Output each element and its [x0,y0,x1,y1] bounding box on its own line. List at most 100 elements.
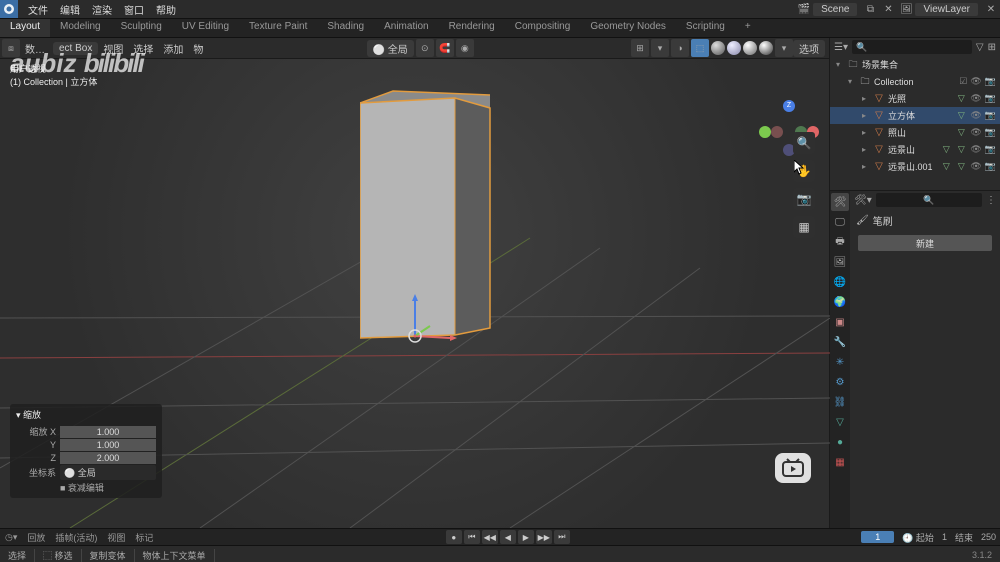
vtab-active-tool[interactable]: 🛠 [831,193,849,211]
gizmo-z-icon[interactable]: Z [783,100,795,112]
eye-icon[interactable]: 👁 [970,76,981,87]
eye-icon[interactable]: 👁 [970,161,981,172]
tab-texpaint[interactable]: Texture Paint [239,19,317,37]
shading-solid-icon[interactable] [727,41,741,55]
camera-small-icon[interactable]: 📷 [985,93,996,104]
start-field[interactable]: 1 [938,532,951,542]
pivot-icon[interactable]: ⊙ [416,39,434,57]
tab-uv[interactable]: UV Editing [172,19,239,37]
vtab-material[interactable]: ● [831,433,849,451]
shading-dd-icon[interactable]: ▾ [775,39,793,57]
node-scene-collection[interactable]: ▾🗀场景集合 [830,56,1000,73]
menu-help[interactable]: 帮助 [150,2,182,17]
vtab-particles[interactable]: ✳ [831,353,849,371]
camera-small-icon[interactable]: 📷 [985,144,996,155]
node-light[interactable]: ▸▽光照▽👁📷 [830,90,1000,107]
tab-shading[interactable]: Shading [317,19,374,37]
options-dd[interactable]: 选项 [793,40,825,57]
prev-key-icon[interactable]: ◀◀ [482,530,498,544]
node-cube[interactable]: ▸▽立方体▽👁📷 [830,107,1000,124]
operator-panel[interactable]: ▾ 缩放 缩放 X1.000 Y1.000 Z2.000 坐标系⚪ 全局 ■ 衰… [10,404,162,498]
autokey-icon[interactable]: ● [446,530,462,544]
viewport-3d[interactable]: ⧈ 数… ect Box 视图 选择 添加 物 ⚪ 全局 ⊙ 🧲 ◉ ⊞ ▾ ◑… [0,38,829,528]
zoom-icon[interactable]: 🔍 [793,132,815,154]
vtab-scene[interactable]: 🌐 [831,273,849,291]
end-field[interactable]: 250 [977,532,1000,542]
proportional-check[interactable]: ■ 衰减编辑 [60,481,156,494]
next-key-icon[interactable]: ▶▶ [536,530,552,544]
menu-render[interactable]: 渲染 [86,2,118,17]
filter-icon[interactable]: ▽ [976,42,984,53]
tab-scripting[interactable]: Scripting [676,19,735,37]
shading-wire-icon[interactable] [711,41,725,55]
proportional-icon[interactable]: ◉ [456,39,474,57]
header-object[interactable]: 物 [188,41,208,56]
eye-icon[interactable]: 👁 [970,127,981,138]
node-collection[interactable]: ▾🗀Collection☑👁📷 [830,73,1000,90]
timeline-editor-icon[interactable]: ◷▾ [0,532,22,543]
header-select[interactable]: 选择 [128,41,158,56]
scale-x-field[interactable]: 1.000 [60,426,156,438]
new-button[interactable]: 新建 [858,235,992,251]
header-view[interactable]: 视图 [98,41,128,56]
vtab-viewlayer[interactable]: 🖼 [831,253,849,271]
overlay-toggle-icon[interactable]: ⊞ [631,39,649,57]
vtab-constraint[interactable]: ⛓ [831,393,849,411]
header-add[interactable]: 添加 [158,41,188,56]
vtab-object[interactable]: ▣ [831,313,849,331]
current-frame-field[interactable]: 1 [861,531,894,543]
delete-viewlayer-icon[interactable]: ✕ [982,0,1000,18]
orientation-dd[interactable]: ⚪ 全局 [367,40,414,57]
camera-small-icon[interactable]: 📷 [985,110,996,121]
outliner-search[interactable]: 🔍 [852,40,972,54]
tab-geonodes[interactable]: Geometry Nodes [580,19,676,37]
eye-icon[interactable]: 👁 [970,144,981,155]
camera-icon[interactable]: 📷 [793,188,815,210]
blender-logo-icon[interactable] [0,0,18,18]
delete-scene-icon[interactable]: ✕ [879,0,897,18]
outliner-tree[interactable]: ▾🗀场景集合 ▾🗀Collection☑👁📷 ▸▽光照▽👁📷 ▸▽立方体▽👁📷 … [830,56,1000,190]
scene-selector[interactable]: Scene [813,3,857,16]
orient-dd[interactable]: ⚪ 全局 [60,465,156,480]
gizmo-y-icon[interactable] [759,126,771,138]
new-collection-icon[interactable]: ⊞ [988,42,996,53]
interaction-dd[interactable]: ect Box [53,42,98,55]
node-m3[interactable]: ▸▽远景山.001▽▽👁📷 [830,158,1000,175]
props-options-icon[interactable]: ⋮ [986,195,996,206]
tab-compositing[interactable]: Compositing [505,19,581,37]
viewlayer-selector[interactable]: ViewLayer [915,3,978,16]
node-m2[interactable]: ▸▽远景山▽▽👁📷 [830,141,1000,158]
menu-window[interactable]: 窗口 [118,2,150,17]
pan-icon[interactable]: ✋ [793,160,815,182]
timeline-view[interactable]: 视图 [102,531,130,544]
gizmo-negx-icon[interactable] [771,126,783,138]
menu-file[interactable]: 文件 [22,2,54,17]
vtab-physics[interactable]: ⚙ [831,373,849,391]
copy-scene-icon[interactable]: ⧉ [861,0,879,18]
interaction-mode[interactable]: 数… [20,41,50,56]
outliner-editor-icon[interactable]: ☰▾ [834,42,848,53]
play-rev-icon[interactable]: ◀ [500,530,516,544]
persp-ortho-icon[interactable]: ▦ [793,216,815,238]
vtab-render[interactable]: 🖵 [831,213,849,231]
timeline-marker[interactable]: 标记 [130,531,158,544]
snap-icon[interactable]: 🧲 [436,39,454,57]
properties-search[interactable]: 🔍 [876,193,982,207]
shading-matprev-icon[interactable] [743,41,757,55]
overlay-dd-icon[interactable]: ▾ [651,39,669,57]
camera-small-icon[interactable]: 📷 [985,76,996,87]
vtab-modifier[interactable]: 🔧 [831,333,849,351]
vtab-output[interactable]: 🖶 [831,233,849,251]
scale-z-field[interactable]: 2.000 [60,452,156,464]
tab-animation[interactable]: Animation [374,19,438,37]
vtab-world[interactable]: 🌍 [831,293,849,311]
bilibili-play-icon[interactable] [775,453,811,483]
exclude-icon[interactable]: ☑ [959,76,967,87]
play-icon[interactable]: ▶ [518,530,534,544]
xray-icon[interactable]: ⬚ [691,39,709,57]
timeline-keying[interactable]: 插帧(活动) [50,531,102,544]
shading-render-icon[interactable] [759,41,773,55]
tab-modeling[interactable]: Modeling [50,19,111,37]
node-m1[interactable]: ▸▽照山▽👁📷 [830,124,1000,141]
vtab-texture[interactable]: ▦ [831,453,849,471]
